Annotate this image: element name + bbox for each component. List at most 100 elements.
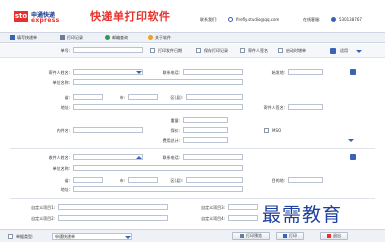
sender-company-label: 单位名称: xyxy=(52,80,70,85)
print-date-checkbox[interactable] xyxy=(150,48,155,53)
email-icon xyxy=(228,17,233,22)
print-button[interactable]: 打印 xyxy=(276,232,304,240)
qq-number[interactable]: 530138767 xyxy=(339,17,362,22)
receiver-destination-input[interactable] xyxy=(288,177,323,183)
receiver-district-input[interactable] xyxy=(186,177,243,183)
custom-item3-input[interactable] xyxy=(228,204,258,210)
custom-item4-input[interactable] xyxy=(228,215,258,221)
order-no-label: 单号: xyxy=(60,48,70,53)
receiver-company-input[interactable] xyxy=(73,165,243,171)
sender-province-label: 省: xyxy=(64,95,70,100)
weight-input[interactable] xyxy=(183,117,228,123)
receiver-phone-label: 联系电话: xyxy=(162,155,180,160)
content-name-input[interactable] xyxy=(73,127,143,133)
contact-label: 联系我们: xyxy=(200,17,218,22)
sender-phone-input[interactable] xyxy=(183,69,243,75)
receiver-name-select[interactable] xyxy=(73,154,143,160)
printer-icon xyxy=(283,233,287,238)
receiver-name-dropdown-icon[interactable] xyxy=(136,156,142,159)
bottom-action-bar: 单据类型: 申通快递单 打印预览 打印 退出 xyxy=(0,229,385,242)
total-fee-input[interactable] xyxy=(183,137,228,143)
receiver-city-input[interactable] xyxy=(128,177,158,183)
sender-signature-input[interactable] xyxy=(288,104,323,110)
fit-dropdown-icon[interactable] xyxy=(356,50,362,53)
sender-name-label: 寄件人姓名: xyxy=(48,70,70,75)
contact-email[interactable]: firefly.studio@qq.com xyxy=(236,17,279,22)
receiver-province-label: 省: xyxy=(64,178,70,183)
custom-item1-input[interactable] xyxy=(58,204,168,210)
main-menu: 填写快递单 打印记录 邮编查询 关于软件 xyxy=(0,32,385,43)
section-divider xyxy=(10,148,375,149)
sender-name-dropdown-icon[interactable] xyxy=(136,71,142,74)
declared-value-input[interactable] xyxy=(183,127,228,133)
exit-button[interactable]: 退出 xyxy=(320,232,348,240)
signature-checkbox[interactable] xyxy=(240,48,245,53)
declared-value-label: 保价: xyxy=(170,128,180,133)
sender-origin-input[interactable] xyxy=(288,69,323,75)
receiver-province-input[interactable] xyxy=(73,177,103,183)
weight-label: 重量: xyxy=(170,118,180,123)
auto-increment-label: 启动时增单 xyxy=(286,48,306,53)
content-name-label: 内件名: xyxy=(56,128,70,133)
receiver-city-label: 市: xyxy=(119,178,125,183)
custom-item4-label: 自定义项目4: xyxy=(201,216,225,221)
custom-item2-input[interactable] xyxy=(58,215,168,221)
print-date-label: 打印发件日期 xyxy=(158,48,182,53)
signature-option-label: 寄件人签名 xyxy=(248,48,268,53)
qq-icon xyxy=(331,17,336,22)
receiver-company-label: 单位名称: xyxy=(52,166,70,171)
sender-name-select[interactable] xyxy=(73,69,143,75)
menu-print-records[interactable]: 打印记录 xyxy=(60,35,83,41)
doc-type-dropdown-icon[interactable] xyxy=(125,236,131,239)
printer-icon xyxy=(60,35,65,40)
save-record-label: 保存打印记录 xyxy=(204,48,228,53)
watermark-text: 最需教育 xyxy=(262,204,343,226)
receiver-phone-input[interactable] xyxy=(183,154,243,160)
sender-city-input[interactable] xyxy=(128,94,158,100)
print-preview-button[interactable]: 打印预览 xyxy=(232,232,270,240)
fit-label[interactable]: 适用 xyxy=(340,48,348,54)
options-toolbar: 单号: 打印发件日期 保存打印记录 寄件人签名 启动时增单 适用 xyxy=(0,44,385,58)
app-header: sto 申通快递 express 快递单打印软件 联系我们: firefly.s… xyxy=(0,0,385,32)
sender-phone-label: 联系电话: xyxy=(162,70,180,75)
fit-icon[interactable] xyxy=(330,48,336,54)
custom-item3-label: 自定义项目3: xyxy=(201,205,225,210)
mso-checkbox[interactable] xyxy=(264,128,269,133)
receiver-destination-label: 目的地: xyxy=(271,178,285,183)
sender-address-label: 地址: xyxy=(60,105,70,110)
sender-address-input[interactable] xyxy=(73,104,243,110)
sender-province-input[interactable] xyxy=(73,94,103,100)
sender-signature-label: 寄件人签名: xyxy=(263,105,285,110)
receiver-address-input[interactable] xyxy=(73,186,243,192)
info-icon xyxy=(148,35,153,40)
order-no-input[interactable] xyxy=(73,47,143,53)
doc-type-checkbox[interactable] xyxy=(8,234,13,239)
menu-fill-waybill[interactable]: 填写快递单 xyxy=(10,35,37,41)
preview-icon xyxy=(240,233,244,238)
mso-label: MSO xyxy=(272,128,282,133)
save-receiver-icon[interactable] xyxy=(350,154,356,160)
edit-icon xyxy=(10,35,15,40)
menu-postcode-lookup[interactable]: 邮编查询 xyxy=(105,35,128,41)
custom-item2-label: 自定义项目2: xyxy=(31,216,55,221)
exit-icon xyxy=(327,233,331,238)
online-service-label: 在线客服: xyxy=(303,17,321,22)
search-icon xyxy=(105,35,110,40)
doc-type-select[interactable]: 申通快递单 xyxy=(52,233,132,240)
save-sender-icon[interactable] xyxy=(350,69,356,75)
sender-district-label: 区(县): xyxy=(170,95,183,100)
sto-logo: sto xyxy=(14,11,28,22)
save-record-checkbox[interactable] xyxy=(196,48,201,53)
receiver-name-label: 收件人姓名: xyxy=(48,155,70,160)
section-divider xyxy=(10,198,375,199)
sender-district-input[interactable] xyxy=(186,94,243,100)
sender-city-label: 市: xyxy=(119,95,125,100)
sender-company-input[interactable] xyxy=(73,79,243,85)
receiver-address-label: 地址: xyxy=(60,187,70,192)
custom-item1-label: 自定义项目1: xyxy=(31,205,55,210)
logo-english-name: express xyxy=(31,17,60,24)
auto-increment-checkbox[interactable] xyxy=(278,48,283,53)
menu-about[interactable]: 关于软件 xyxy=(148,35,171,41)
expand-parcel-icon[interactable] xyxy=(348,139,354,142)
receiver-district-label: 区(县): xyxy=(170,178,183,183)
